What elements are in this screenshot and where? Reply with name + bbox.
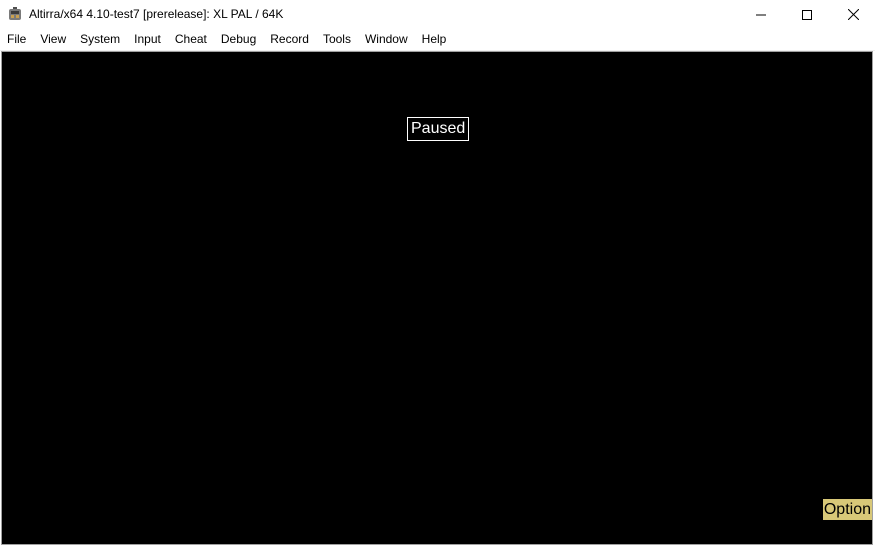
- menu-cheat[interactable]: Cheat: [168, 29, 214, 50]
- maximize-button[interactable]: [784, 0, 830, 29]
- menu-record[interactable]: Record: [263, 29, 316, 50]
- menu-window[interactable]: Window: [358, 29, 415, 50]
- altirra-app-icon[interactable]: [7, 6, 23, 22]
- menu-file[interactable]: File: [0, 29, 33, 50]
- menu-system[interactable]: System: [73, 29, 127, 50]
- menu-bar: File View System Input Cheat Debug Recor…: [0, 29, 875, 50]
- menu-debug[interactable]: Debug: [214, 29, 263, 50]
- paused-indicator: Paused: [407, 117, 470, 141]
- app-window: Altirra/x64 4.10-test7 [prerelease]: XL …: [0, 0, 875, 547]
- close-icon: [847, 9, 859, 20]
- menu-help[interactable]: Help: [415, 29, 454, 50]
- window-title: Altirra/x64 4.10-test7 [prerelease]: XL …: [29, 7, 284, 21]
- minimize-icon: [756, 14, 766, 15]
- emulator-display[interactable]: Paused Option: [1, 51, 873, 545]
- title-bar[interactable]: Altirra/x64 4.10-test7 [prerelease]: XL …: [0, 0, 875, 29]
- option-console-indicator: Option: [822, 499, 872, 520]
- maximize-icon: [802, 9, 812, 20]
- close-button[interactable]: [830, 0, 875, 29]
- menu-view[interactable]: View: [33, 29, 73, 50]
- menu-input[interactable]: Input: [127, 29, 168, 50]
- minimize-button[interactable]: [738, 0, 784, 29]
- menu-tools[interactable]: Tools: [316, 29, 358, 50]
